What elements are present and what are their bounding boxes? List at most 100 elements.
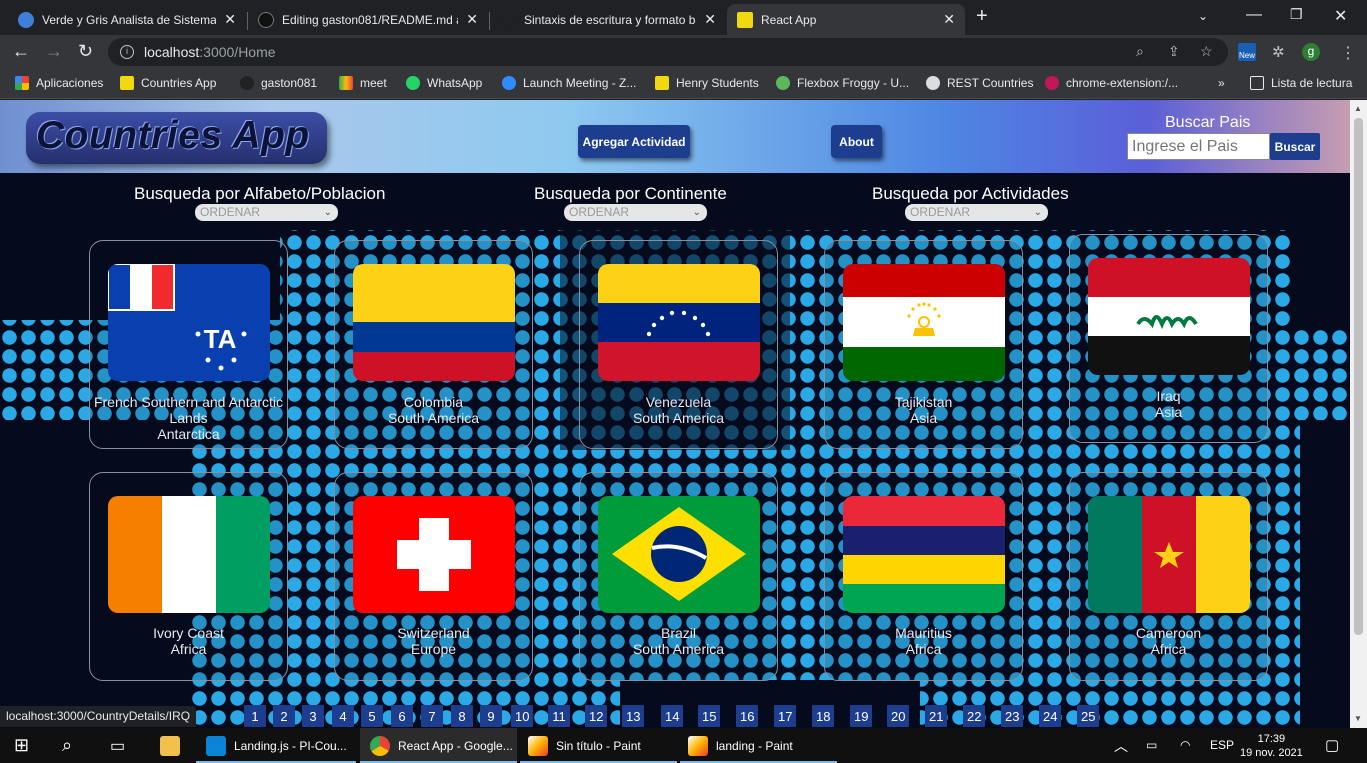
search-button[interactable]: Buscar (1270, 133, 1320, 160)
page-button-9[interactable]: 9 (480, 705, 502, 727)
bookmarks-overflow-icon[interactable]: » (1218, 76, 1225, 90)
country-card[interactable]: TA French Southern and Antarctic Lands A… (89, 240, 288, 449)
close-icon[interactable]: ✕ (704, 11, 716, 28)
file-explorer-button[interactable] (160, 728, 188, 763)
page-button-16[interactable]: 16 (736, 705, 759, 727)
bookmark-star-icon[interactable]: ☆ (1200, 43, 1213, 60)
filter-alphabet-select[interactable]: ORDENAR ⌄ (195, 204, 338, 221)
share-icon[interactable]: ⇪ (1168, 43, 1180, 60)
country-card[interactable]: Cameroon Africa (1069, 472, 1268, 681)
profile-avatar[interactable]: g (1302, 43, 1320, 61)
page-button-3[interactable]: 3 (302, 705, 324, 727)
country-card[interactable]: Venezuela South America (579, 240, 778, 449)
page-button-15[interactable]: 15 (698, 705, 721, 727)
notifications-icon[interactable]: ▢ (1325, 736, 1339, 754)
scrollbar-thumb[interactable] (1354, 118, 1363, 635)
back-icon[interactable]: ← (12, 41, 30, 62)
country-card[interactable]: Tajikistan Asia (824, 240, 1023, 449)
search-icon[interactable]: ⌕ (62, 728, 72, 763)
country-card[interactable]: Iraq Asia (1069, 234, 1268, 443)
language-indicator[interactable]: ESP (1210, 738, 1234, 752)
page-button-7[interactable]: 7 (421, 705, 443, 727)
taskbar-app-paint[interactable]: Sin título - Paint (520, 728, 677, 763)
page-scrollbar[interactable]: ▲ ▼ (1350, 100, 1367, 728)
scroll-up-icon[interactable]: ▲ (1354, 104, 1362, 113)
page-button-10[interactable]: 10 (511, 705, 534, 727)
scroll-down-icon[interactable]: ▼ (1354, 714, 1362, 723)
page-button-24[interactable]: 24 (1039, 705, 1062, 727)
page-button-11[interactable]: 11 (548, 705, 570, 727)
page-button-23[interactable]: 23 (1001, 705, 1024, 727)
page-button-12[interactable]: 12 (585, 705, 608, 727)
close-icon[interactable]: ✕ (943, 11, 955, 28)
page-button-13[interactable]: 13 (622, 705, 645, 727)
taskbar-app-chrome[interactable]: React App - Google... (360, 728, 517, 763)
browser-tab[interactable]: Verde y Gris Analista de Sistemas ✕ (8, 4, 246, 35)
page-button-6[interactable]: 6 (391, 705, 413, 727)
window-close-icon[interactable]: ✕ (1334, 6, 1347, 26)
tray-chevron-up-icon[interactable]: ︿ (1114, 736, 1128, 756)
page-button-21[interactable]: 21 (925, 705, 948, 727)
country-card[interactable]: Mauritius Africa (824, 472, 1023, 681)
windows-start-icon[interactable]: ⊞ (14, 728, 29, 763)
page-button-17[interactable]: 17 (774, 705, 797, 727)
bookmark-item[interactable]: meet (339, 76, 387, 90)
page-button-8[interactable]: 8 (451, 705, 473, 727)
page-button-19[interactable]: 19 (850, 705, 873, 727)
country-card[interactable]: Brazil South America (579, 472, 778, 681)
page-button-22[interactable]: 22 (963, 705, 986, 727)
page-button-14[interactable]: 14 (661, 705, 684, 727)
reading-list[interactable]: Lista de lectura (1250, 76, 1352, 90)
task-view-icon[interactable]: ▭ (110, 728, 125, 763)
bookmark-item[interactable]: REST Countries (926, 76, 1033, 90)
country-card[interactable]: Colombia South America (334, 240, 533, 449)
bookmark-item[interactable]: Flexbox Froggy - U... (776, 76, 909, 90)
clock[interactable]: 17:39 19 nov. 2021 (1240, 732, 1303, 760)
page-button-5[interactable]: 5 (361, 705, 383, 727)
bookmark-item[interactable]: chrome-extension:/... (1045, 76, 1178, 90)
browser-tab[interactable]: Editing gaston081/README.md a ✕ (248, 4, 488, 35)
menu-dots-icon[interactable]: ⋮ (1340, 43, 1356, 63)
page-button-18[interactable]: 18 (812, 705, 835, 727)
country-search-input[interactable] (1127, 133, 1270, 160)
bookmark-item[interactable]: Countries App (120, 76, 216, 90)
bookmark-item[interactable]: gaston081 (240, 76, 317, 90)
bookmark-apps[interactable]: Aplicaciones (15, 76, 103, 90)
minimize-icon[interactable]: — (1246, 6, 1262, 24)
forward-icon[interactable]: → (45, 41, 63, 62)
taskbar-app-vscode[interactable]: Landing.js - PI-Cou... (196, 728, 356, 763)
app-logo[interactable]: Countries App (36, 114, 310, 158)
about-button[interactable]: About (831, 125, 882, 158)
filter-activity-select[interactable]: ORDENAR ⌄ (905, 204, 1048, 221)
browser-tab[interactable]: Sintaxis de escritura y formato bá ✕ (490, 4, 726, 35)
tab-search-icon[interactable]: ⌄ (1198, 9, 1208, 23)
reload-icon[interactable]: ↻ (78, 41, 93, 62)
new-tab-icon[interactable]: + (976, 5, 988, 28)
country-card[interactable]: Switzerland Europe (334, 472, 533, 681)
restore-icon[interactable]: ❐ (1290, 6, 1303, 23)
battery-icon[interactable]: ▭ (1146, 738, 1157, 752)
bookmark-label: chrome-extension:/... (1066, 76, 1179, 90)
zoom-icon[interactable]: ⌕ (1136, 43, 1144, 60)
taskbar-app-paint[interactable]: landing - Paint (680, 728, 837, 763)
page-button-2[interactable]: 2 (273, 705, 295, 727)
country-card[interactable]: Ivory Coast Africa (89, 472, 288, 681)
bookmark-item[interactable]: WhatsApp (406, 76, 482, 90)
filter-continent-select[interactable]: ORDENAR ⌄ (564, 204, 707, 221)
extensions-puzzle-icon[interactable]: ✲ (1272, 43, 1285, 61)
add-activity-button[interactable]: Agregar Actividad (578, 125, 690, 158)
close-icon[interactable]: ✕ (466, 11, 478, 28)
close-icon[interactable]: ✕ (224, 11, 236, 28)
wifi-icon[interactable]: ◠ (1180, 738, 1190, 752)
page-button-4[interactable]: 4 (332, 705, 354, 727)
bookmark-item[interactable]: Henry Students (655, 76, 759, 90)
address-bar[interactable]: i localhost:3000/Home (108, 38, 1228, 66)
page-button-1[interactable]: 1 (244, 705, 266, 727)
page-button-20[interactable]: 20 (887, 705, 910, 727)
bookmark-item[interactable]: Launch Meeting - Z... (502, 76, 636, 90)
extension-new-icon[interactable]: New (1238, 43, 1256, 61)
info-icon[interactable]: i (120, 45, 134, 59)
page-button-25[interactable]: 25 (1077, 705, 1100, 727)
country-continent: Asia (1154, 404, 1183, 420)
browser-tab-active[interactable]: React App ✕ (727, 4, 965, 35)
